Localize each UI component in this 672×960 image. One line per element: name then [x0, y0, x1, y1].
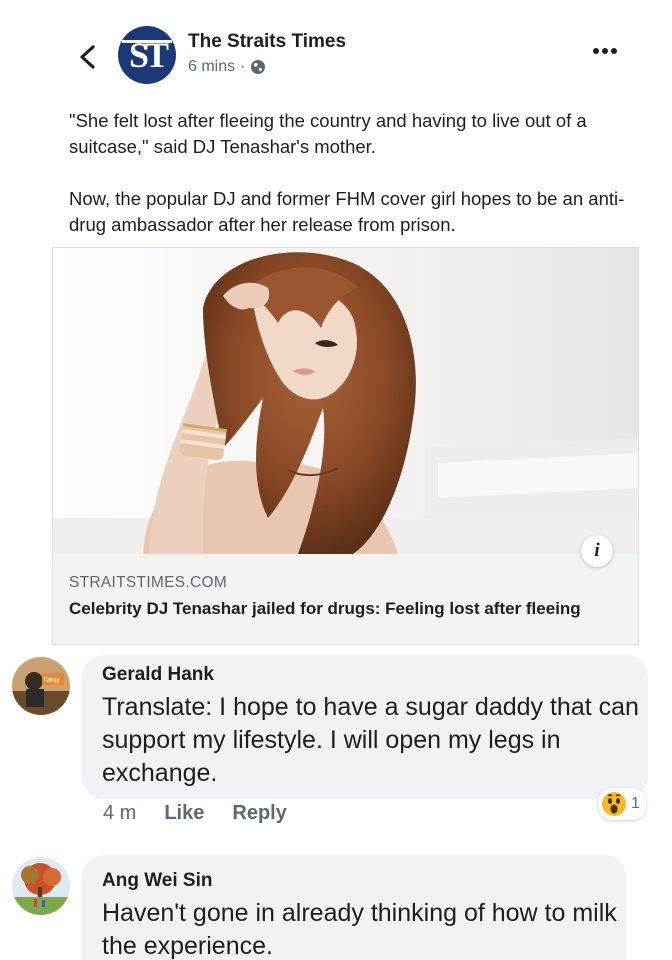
info-icon[interactable]: i [581, 535, 613, 567]
globe-icon [251, 60, 266, 74]
comment-bubble[interactable]: Gerald Hank Translate: I hope to have a … [82, 655, 648, 799]
meta-separator: · [240, 58, 246, 75]
post-header: ST The Straits Times 6 mins · [0, 0, 672, 100]
article-photo [53, 248, 638, 554]
commenter-name[interactable]: Ang Wei Sin [102, 870, 212, 892]
wow-icon [602, 792, 626, 816]
back-arrow-icon[interactable] [76, 44, 98, 70]
comment-text: Translate: I hope to have a sugar daddy … [102, 693, 639, 787]
reply-button[interactable]: Reply [232, 802, 286, 825]
comment-actions: 4 m Like Reply [103, 802, 287, 825]
post-meta: 6 mins · [188, 58, 266, 76]
post-paragraph: "She felt lost after fleeing the country… [69, 110, 587, 157]
link-preview-image[interactable] [53, 248, 638, 554]
comment-time[interactable]: 4 m [103, 802, 136, 825]
page-name[interactable]: The Straits Times [188, 31, 346, 53]
post-body: "She felt lost after fleeing the country… [69, 108, 629, 264]
post-paragraph: Now, the popular DJ and former FHM cover… [69, 188, 625, 235]
logo-text: ST [128, 35, 169, 75]
commenter-name[interactable]: Gerald Hank [102, 664, 214, 686]
link-domain: STRAITSTIMES.COM [69, 574, 228, 591]
commenter-avatar[interactable]: Yang [12, 657, 70, 715]
comment-text: Haven't gone in already thinking of how … [102, 899, 617, 960]
post-time[interactable]: 6 mins [188, 58, 235, 76]
comment-bubble[interactable]: Ang Wei Sin Haven't gone in already thin… [82, 855, 626, 960]
more-options-icon[interactable] [592, 46, 618, 56]
page-avatar[interactable]: ST [118, 26, 176, 84]
commenter-avatar[interactable] [12, 857, 70, 915]
avatar-label: Yang [43, 677, 59, 684]
like-button[interactable]: Like [164, 802, 204, 825]
reaction-count: 1 [631, 795, 640, 812]
link-preview-card[interactable]: i STRAITSTIMES.COM Celebrity DJ Tenashar… [52, 247, 639, 645]
reaction-summary[interactable]: 1 [598, 788, 646, 820]
link-title[interactable]: Celebrity DJ Tenashar jailed for drugs: … [69, 598, 619, 620]
